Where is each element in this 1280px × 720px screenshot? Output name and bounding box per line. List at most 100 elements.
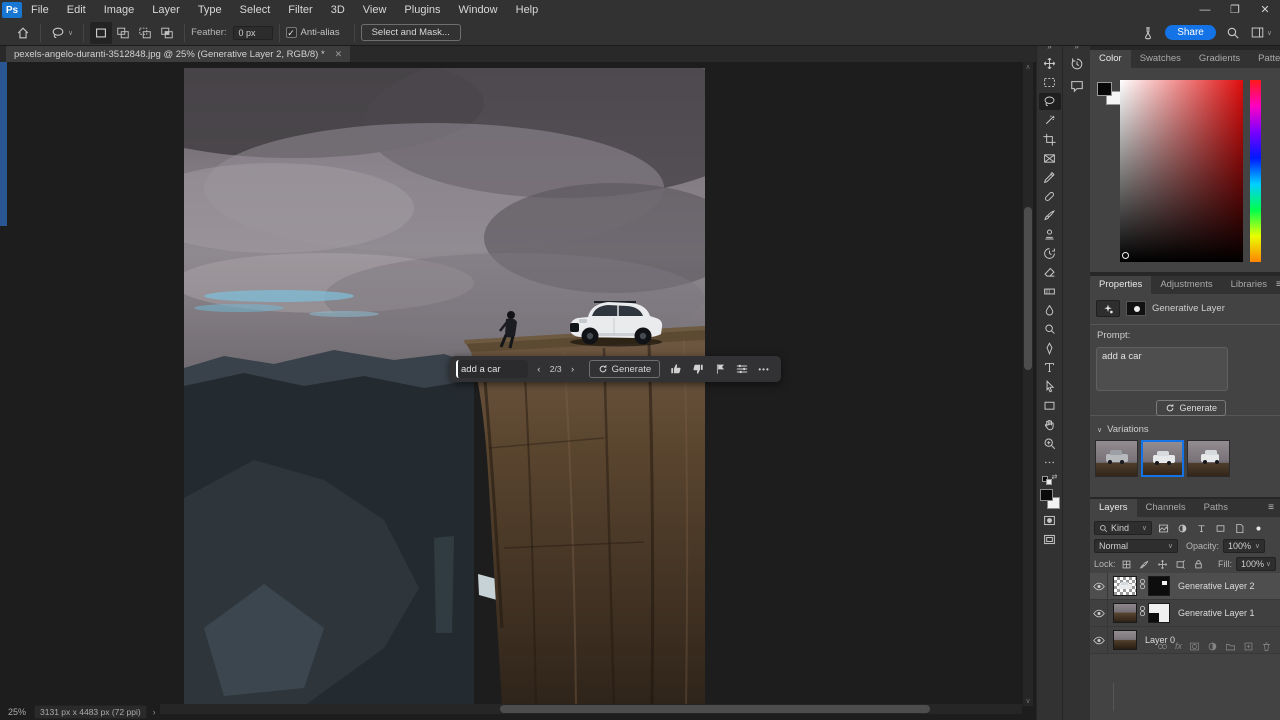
search-icon[interactable] xyxy=(1226,26,1240,40)
blur-tool[interactable] xyxy=(1039,302,1061,319)
lasso-tool-preset[interactable]: ∨ xyxy=(47,22,77,44)
prompt-input[interactable]: add a car xyxy=(456,360,528,378)
marquee-tool[interactable] xyxy=(1039,74,1061,91)
gradient-tool[interactable] xyxy=(1039,283,1061,300)
dodge-tool[interactable] xyxy=(1039,321,1061,338)
eraser-tool[interactable] xyxy=(1039,264,1061,281)
hue-slider[interactable] xyxy=(1250,80,1261,262)
selection-mode-add[interactable] xyxy=(112,22,134,44)
lock-position-icon[interactable] xyxy=(1156,557,1170,571)
layer-thumbnail[interactable] xyxy=(1113,576,1137,596)
lock-all-icon[interactable] xyxy=(1192,557,1206,571)
more-options-icon[interactable]: ••• xyxy=(753,365,775,374)
menu-layer[interactable]: Layer xyxy=(143,0,189,20)
tab-properties[interactable]: Properties xyxy=(1090,276,1152,294)
layer-filter-kind-dropdown[interactable]: Kind ∨ xyxy=(1094,521,1152,535)
vertical-scrollbar[interactable]: ∧ ∨ xyxy=(1023,62,1033,706)
new-group-icon[interactable] xyxy=(1225,641,1236,652)
filter-smart-objects-icon[interactable] xyxy=(1232,521,1247,535)
layer-row-generative-layer-2[interactable]: Generative Layer 2 xyxy=(1090,573,1280,600)
lock-pixels-icon[interactable] xyxy=(1138,557,1152,571)
screen-mode-button[interactable] xyxy=(1039,531,1061,548)
menu-file[interactable]: File xyxy=(22,0,58,20)
lock-artboard-icon[interactable] xyxy=(1174,557,1188,571)
horizontal-scrollbar-thumb[interactable] xyxy=(500,705,930,713)
menu-3d[interactable]: 3D xyxy=(322,0,354,20)
zoom-tool[interactable] xyxy=(1039,435,1061,452)
settings-sliders-icon[interactable] xyxy=(731,363,753,375)
filter-type-layers-icon[interactable] xyxy=(1194,521,1209,535)
layer-thumbnail[interactable] xyxy=(1113,603,1137,623)
tab-adjustments[interactable]: Adjustments xyxy=(1151,276,1221,294)
delete-layer-icon[interactable] xyxy=(1261,641,1272,652)
selection-mode-subtract[interactable] xyxy=(134,22,156,44)
selection-mode-new[interactable] xyxy=(90,21,113,44)
type-tool[interactable] xyxy=(1039,359,1061,376)
filter-shape-layers-icon[interactable] xyxy=(1213,521,1228,535)
edit-toolbar-icon[interactable] xyxy=(1039,454,1061,471)
minimize-button[interactable]: — xyxy=(1190,0,1220,20)
color-field-marker[interactable] xyxy=(1122,252,1129,259)
default-colors-icon[interactable]: ⇄ xyxy=(1041,473,1058,486)
menu-view[interactable]: View xyxy=(354,0,396,20)
scroll-down-icon[interactable]: ∨ xyxy=(1023,697,1033,705)
tab-gradients[interactable]: Gradients xyxy=(1190,50,1249,68)
swap-colors-icon[interactable]: ⇄ xyxy=(1052,473,1058,481)
previous-variation-button[interactable]: ‹ xyxy=(528,364,550,375)
variations-chevron-icon[interactable]: ∨ xyxy=(1097,426,1102,434)
color-panel-swatches[interactable] xyxy=(1097,82,1121,106)
quick-mask-button[interactable] xyxy=(1039,512,1061,529)
menu-window[interactable]: Window xyxy=(450,0,507,20)
layer-visibility-icon[interactable] xyxy=(1090,573,1108,599)
variation-thumbnail-1[interactable] xyxy=(1095,440,1138,477)
share-button[interactable]: Share xyxy=(1165,25,1216,40)
layer-style-icon[interactable]: fx xyxy=(1175,641,1182,652)
history-panel-icon[interactable] xyxy=(1066,55,1088,72)
eyedropper-tool[interactable] xyxy=(1039,169,1061,186)
status-chevron-icon[interactable]: › xyxy=(153,707,156,717)
menu-type[interactable]: Type xyxy=(189,0,231,20)
opacity-dropdown[interactable]: 100% ∨ xyxy=(1223,539,1266,553)
shape-tool[interactable] xyxy=(1039,397,1061,414)
panel-menu-icon[interactable]: ≡ xyxy=(1268,499,1274,517)
lasso-tool[interactable] xyxy=(1038,93,1061,110)
close-button[interactable]: ✕ xyxy=(1250,0,1280,20)
feather-input[interactable]: 0 px xyxy=(232,25,273,40)
menu-select[interactable]: Select xyxy=(231,0,280,20)
menu-plugins[interactable]: Plugins xyxy=(395,0,449,20)
horizontal-scrollbar[interactable] xyxy=(160,704,1022,714)
move-tool[interactable] xyxy=(1039,55,1061,72)
comments-panel-icon[interactable] xyxy=(1066,77,1088,94)
layer-mask-thumbnail[interactable] xyxy=(1148,603,1170,623)
pen-tool[interactable] xyxy=(1039,340,1061,357)
selection-mode-intersect[interactable] xyxy=(156,22,178,44)
frame-tool[interactable] xyxy=(1039,150,1061,167)
scroll-up-icon[interactable]: ∧ xyxy=(1023,63,1033,71)
layer-visibility-icon[interactable] xyxy=(1090,600,1108,626)
tab-paths[interactable]: Paths xyxy=(1195,499,1237,517)
generate-button[interactable]: Generate xyxy=(588,360,661,378)
foreground-color-swatch[interactable] xyxy=(1039,489,1053,501)
select-and-mask-button[interactable]: Select and Mask... xyxy=(360,24,461,41)
workspace-switcher[interactable]: ∨ xyxy=(1250,26,1272,39)
tab-layers[interactable]: Layers xyxy=(1090,499,1137,517)
panel-menu-icon[interactable]: ≡ xyxy=(1276,276,1280,294)
canvas-image[interactable] xyxy=(184,68,705,706)
zoom-level[interactable]: 25% xyxy=(8,707,26,717)
tab-libraries[interactable]: Libraries xyxy=(1222,276,1276,294)
flag-icon[interactable] xyxy=(709,363,731,375)
saturation-brightness-field[interactable] xyxy=(1120,80,1243,262)
layer-name[interactable]: Generative Layer 1 xyxy=(1178,608,1255,618)
link-layers-icon[interactable] xyxy=(1157,641,1168,652)
antialias-checkbox[interactable]: ✓ Anti-alias xyxy=(285,27,340,38)
home-icon[interactable] xyxy=(12,22,34,44)
filter-toggle-icon[interactable] xyxy=(1251,521,1266,535)
prompt-textarea[interactable]: add a car xyxy=(1096,347,1228,391)
history-brush-tool[interactable] xyxy=(1039,245,1061,262)
tab-color[interactable]: Color xyxy=(1090,50,1131,68)
lock-transparency-icon[interactable] xyxy=(1120,557,1134,571)
layer-row-generative-layer-1[interactable]: Generative Layer 1 xyxy=(1090,600,1280,627)
blend-mode-dropdown[interactable]: Normal ∨ xyxy=(1094,539,1178,553)
tab-close-icon[interactable]: ✕ xyxy=(335,49,343,60)
menu-edit[interactable]: Edit xyxy=(58,0,95,20)
